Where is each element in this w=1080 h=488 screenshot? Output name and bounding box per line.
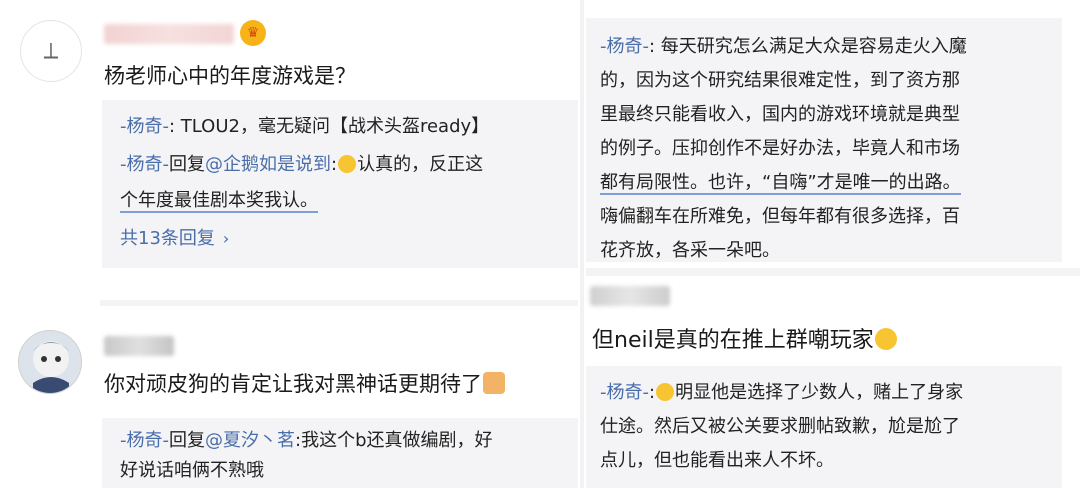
reply-text: : TLOU2，毫无疑问【战术头盔ready】 — [169, 116, 490, 137]
reply-line: -杨奇-回复@企鹅如是说到: 认真的，反正这 — [120, 148, 483, 182]
reply-username[interactable]: -杨奇- — [120, 154, 169, 175]
reply-text: 好说话咱俩不熟哦 — [120, 460, 264, 481]
reply-line: 都有局限性。也许，“自嗨”才是唯一的出路。 — [600, 166, 961, 200]
reply-line: 嗨偏翻车在所难免，但每年都有很多选择，百 — [600, 206, 960, 227]
reply-line: 的例子。压抑创作不是好办法，毕竟人和市场 — [600, 138, 960, 159]
reply-line: 花齐放，各采一朵吧。 — [600, 240, 780, 261]
reply-username[interactable]: -杨奇- — [600, 382, 649, 403]
reply-username[interactable]: -杨奇- — [600, 36, 649, 57]
colon: : — [649, 382, 656, 403]
vip-crown-icon: ♛ — [240, 20, 266, 46]
reply-username[interactable]: -杨奇- — [120, 430, 169, 451]
reply-text: 都有局限性。也许，“自嗨”才是唯一的出路。 — [600, 172, 961, 195]
reply-username[interactable]: -杨奇- — [120, 116, 169, 137]
reply-line: 里最终只能看收入，国内的游戏环境就是典型 — [600, 104, 960, 125]
reply-line: -杨奇-: 明显他是选择了少数人，赌上了身家 — [600, 376, 963, 410]
reply-line: 好说话咱俩不熟哦 — [120, 454, 264, 488]
pen-avatar-icon[interactable]: ⟂ — [20, 20, 82, 82]
smile-emoji-icon — [656, 383, 675, 401]
reply-line: 仕途。然后又被公关要求删帖致歉，尬是尬了 — [600, 416, 960, 437]
comment-body: 你对顽皮狗的肯定让我对黑神话更期待了 — [104, 372, 482, 396]
smile-emoji-icon — [338, 155, 357, 173]
smile-emoji-icon — [874, 328, 897, 350]
colon: : — [331, 154, 338, 175]
character-avatar-icon[interactable] — [18, 330, 82, 394]
reply-line: -杨奇-: 每天研究怎么满足大众是容易走火入魔 — [600, 30, 967, 64]
blurred-username[interactable] — [104, 24, 234, 44]
reply-line: -杨奇-回复@夏汐丶茗:我这个b还真做编剧，好 — [120, 424, 493, 458]
reply-text: 个年度最佳剧本奖我认。 — [120, 190, 318, 213]
reply-line: 点儿，但也能看出来人不坏。 — [600, 450, 834, 471]
reply-label: 回复 — [169, 154, 205, 175]
avatar-illustration — [33, 341, 69, 393]
comment-text: 杨老师心中的年度游戏是？ — [104, 64, 356, 88]
pen-glyph: ⟂ — [43, 38, 59, 64]
comment-body: 但neil是真的在推上群嘲玩家 — [592, 328, 874, 353]
reply-line: 个年度最佳剧本奖我认。 — [120, 184, 318, 218]
column-divider — [580, 0, 584, 488]
reply-line: -杨奇-: TLOU2，毫无疑问【战术头盔ready】 — [120, 110, 489, 144]
thumbs-up-icon — [483, 372, 505, 394]
blurred-username[interactable] — [104, 336, 174, 356]
comment-text: 但neil是真的在推上群嘲玩家 — [592, 322, 898, 354]
reply-text: : 每天研究怎么满足大众是容易走火入魔 — [649, 36, 967, 57]
comment-divider — [100, 300, 578, 306]
comment-text: 你对顽皮狗的肯定让我对黑神话更期待了 — [104, 368, 506, 398]
chevron-right-icon: › — [222, 229, 230, 248]
reply-text: 认真的，反正这 — [357, 154, 484, 175]
reply-text: 明显他是选择了少数人，赌上了身家 — [675, 382, 964, 403]
reply-label: 回复 — [169, 430, 205, 451]
comment-divider-right — [586, 268, 1080, 276]
mention-link[interactable]: @夏汐丶茗 — [205, 430, 295, 451]
more-replies-link[interactable]: 共13条回复 › — [120, 224, 229, 250]
more-replies-label: 共13条回复 — [120, 228, 215, 249]
reply-line: 的，因为这个研究结果很难定性，到了资方那 — [600, 70, 960, 91]
reply-text: :我这个b还真做编剧，好 — [295, 430, 493, 451]
mention-link[interactable]: @企鹅如是说到 — [205, 154, 331, 175]
blurred-username[interactable] — [590, 286, 670, 306]
